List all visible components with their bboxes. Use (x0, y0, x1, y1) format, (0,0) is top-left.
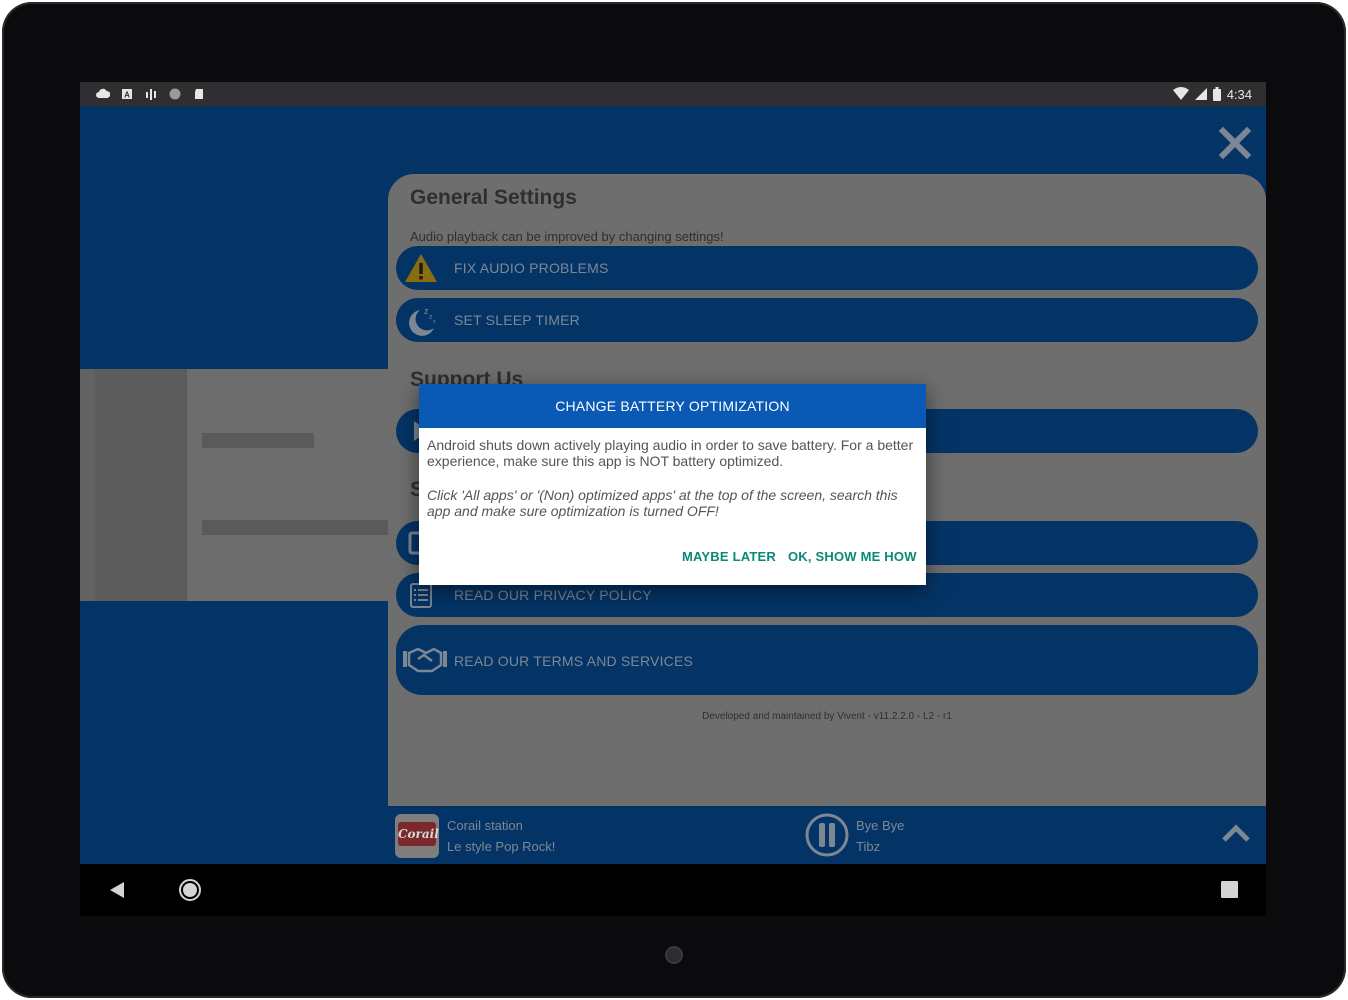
card-placeholder-line (202, 433, 314, 448)
status-bar: A 4:34 (80, 82, 1266, 106)
wifi-icon (1172, 87, 1189, 100)
dialog-instructions: Click 'All apps' or '(Non) optimized app… (427, 487, 898, 519)
navigation-bar (80, 864, 1266, 916)
station-logo-text: Corail (398, 822, 439, 846)
terms-and-services-button[interactable]: READ OUR TERMS AND SERVICES (396, 625, 1258, 695)
pause-icon[interactable] (804, 812, 850, 858)
dialog-title: CHANGE BATTERY OPTIMIZATION (419, 384, 926, 428)
camera-icon (665, 946, 683, 964)
cloud-icon (96, 88, 110, 98)
set-sleep-timer-button[interactable]: z z z SET SLEEP TIMER (396, 298, 1258, 342)
dot-icon (169, 88, 181, 100)
recents-icon[interactable] (1221, 881, 1238, 898)
developer-credit: Developed and maintained by Viverit - v1… (702, 711, 952, 722)
station-logo: Corail (395, 814, 439, 858)
sd-card-icon (195, 89, 203, 99)
fix-audio-label: FIX AUDIO PROBLEMS (454, 260, 609, 276)
song-artist: Tibz (856, 839, 881, 854)
handshake-icon (403, 647, 447, 673)
warning-icon (405, 254, 437, 282)
sleep-timer-label: SET SLEEP TIMER (454, 312, 580, 328)
fix-audio-problems-button[interactable]: FIX AUDIO PROBLEMS (396, 246, 1258, 290)
moon-sleep-icon: z z z (409, 306, 436, 336)
battery-icon (1212, 87, 1221, 101)
ok-show-me-how-button[interactable]: OK, SHOW ME HOW (788, 549, 917, 564)
page-title: General Settings (410, 186, 577, 209)
home-icon[interactable] (178, 878, 202, 902)
chevron-up-icon[interactable] (1220, 822, 1252, 846)
station-card[interactable] (80, 369, 388, 601)
battery-optimization-dialog: CHANGE BATTERY OPTIMIZATION Android shut… (419, 384, 926, 585)
terms-label: READ OUR TERMS AND SERVICES (454, 653, 694, 669)
card-strip (80, 369, 95, 601)
system-icons: 4:34 (1172, 85, 1252, 103)
station-tagline: Le style Pop Rock! (447, 839, 556, 854)
svg-text:A: A (124, 91, 130, 100)
dialog-message: Android shuts down actively playing audi… (427, 437, 914, 469)
station-name: Corail station (447, 818, 523, 833)
back-icon[interactable] (108, 880, 126, 900)
cell-signal-icon (1194, 88, 1207, 100)
a-box-icon: A (122, 89, 132, 100)
song-title: Bye Bye (856, 818, 905, 833)
svg-text:z: z (433, 319, 436, 325)
signal-bars-icon (146, 89, 156, 100)
privacy-policy-label: READ OUR PRIVACY POLICY (454, 587, 652, 603)
card-placeholder-line (202, 520, 388, 535)
notification-icons: A (96, 86, 206, 102)
mini-player[interactable]: Corail Corail station Le style Pop Rock!… (388, 806, 1266, 864)
settings-subtitle: Audio playback can be improved by changi… (410, 229, 724, 244)
clock: 4:34 (1226, 86, 1252, 102)
card-thumbnail (95, 369, 187, 601)
device-screen: A 4:34 General Settings Audio playback c… (80, 82, 1266, 916)
maybe-later-button[interactable]: MAYBE LATER (682, 549, 776, 564)
close-icon[interactable] (1218, 126, 1252, 160)
